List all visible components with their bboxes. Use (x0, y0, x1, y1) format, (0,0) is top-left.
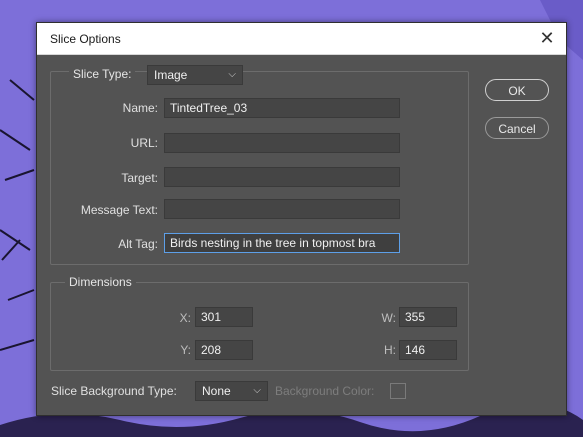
x-label: X: (179, 311, 191, 325)
target-field[interactable] (164, 167, 400, 187)
message-text-label: Message Text: (80, 203, 158, 217)
close-icon[interactable]: ✕ (536, 27, 558, 49)
background-type-select[interactable]: None ⌵ (195, 381, 268, 401)
title-bar: Slice Options ✕ (37, 23, 566, 55)
y-field[interactable]: 208 (195, 340, 253, 360)
background-color-label: Background Color: (275, 384, 375, 398)
name-label: Name: (122, 101, 158, 115)
background-color-swatch (390, 383, 406, 399)
w-label: W: (381, 311, 396, 325)
slice-type-select[interactable]: Image ⌵ (147, 65, 243, 85)
dialog-title: Slice Options (50, 32, 121, 46)
target-label: Target: (121, 171, 158, 185)
slice-background-type-label: Slice Background Type: (51, 384, 177, 398)
alt-tag-label: Alt Tag: (118, 237, 158, 251)
url-label: URL: (130, 136, 158, 150)
chevron-down-icon: ⌵ (228, 69, 236, 80)
slice-type-label: Slice Type: (69, 67, 136, 81)
ok-button[interactable]: OK (485, 79, 549, 101)
slice-options-dialog: Slice Options ✕ Slice Type: Image ⌵ Name… (36, 22, 567, 416)
h-field[interactable]: 146 (399, 340, 457, 360)
cancel-button[interactable]: Cancel (485, 117, 549, 139)
slice-type-value: Image (154, 68, 188, 82)
url-field[interactable] (164, 133, 400, 153)
alt-tag-field[interactable]: Birds nesting in the tree in topmost bra (164, 233, 400, 253)
name-field[interactable]: TintedTree_03 (164, 98, 400, 118)
message-text-field[interactable] (164, 199, 400, 219)
background-type-value: None (202, 384, 231, 398)
x-field[interactable]: 301 (195, 307, 253, 327)
h-label: H: (384, 343, 396, 357)
w-field[interactable]: 355 (399, 307, 457, 327)
dimensions-legend: Dimensions (65, 275, 136, 289)
y-label: Y: (180, 343, 191, 357)
chevron-down-icon: ⌵ (253, 385, 261, 396)
